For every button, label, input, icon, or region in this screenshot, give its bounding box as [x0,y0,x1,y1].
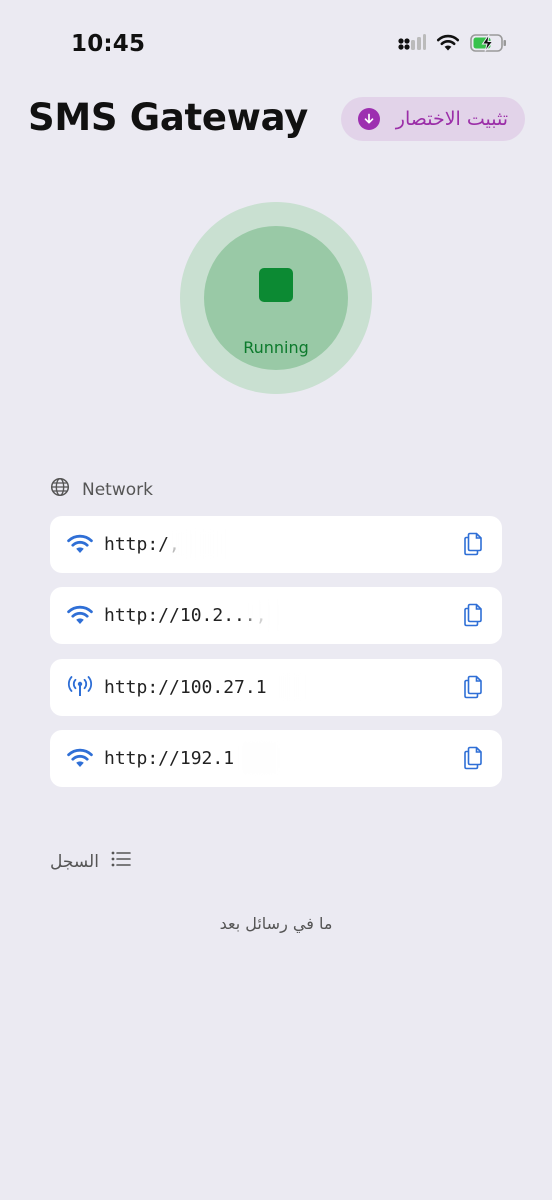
status-bar: 10:45 [0,0,552,90]
status-icons [398,33,508,57]
redaction-mask [240,743,430,773]
network-url: http://100.27.1 [104,677,267,698]
network-address-card[interactable]: http://192.1 [50,730,502,787]
network-url: http://192.1 [104,748,235,769]
redaction-mask [250,600,430,630]
network-url: http://10.2..., [104,605,267,626]
log-section-header: السجل [50,851,131,872]
gateway-toggle-inner[interactable]: Running [204,226,348,370]
wifi-icon [66,747,94,773]
pin-shortcut-label: تثبيت الاختصار [395,108,508,130]
status-time: 10:45 [71,31,146,57]
network-url: http:/, [104,534,180,555]
wifi-status-icon [436,34,460,56]
copy-icon[interactable] [463,603,485,631]
network-address-card[interactable]: http:/, [50,516,502,573]
log-section-title: السجل [50,851,99,872]
globe-icon [50,477,70,502]
redaction-mask [276,672,426,702]
network-section-title: Network [82,479,153,500]
wifi-icon [66,533,94,559]
copy-icon[interactable] [463,675,485,703]
battery-charging-icon [470,33,508,57]
network-address-card[interactable]: http://100.27.1 [50,659,502,716]
wifi-icon [66,604,94,630]
network-section-header: Network [50,477,153,502]
copy-icon[interactable] [463,746,485,774]
copy-icon[interactable] [463,532,485,560]
page-title: SMS Gateway [28,96,308,139]
gateway-toggle[interactable]: Running [180,202,372,394]
redaction-mask [170,529,440,559]
network-address-card[interactable]: http://10.2..., [50,587,502,644]
stop-icon [259,268,293,302]
empty-log-message: ما في رسائل بعد [219,914,333,933]
antenna-icon [66,676,94,702]
list-icon [111,851,131,872]
running-status-label: Running [243,338,309,357]
pin-shortcut-button[interactable]: تثبيت الاختصار [341,97,525,141]
download-icon [358,108,380,130]
cellular-signal-icon [398,34,426,56]
